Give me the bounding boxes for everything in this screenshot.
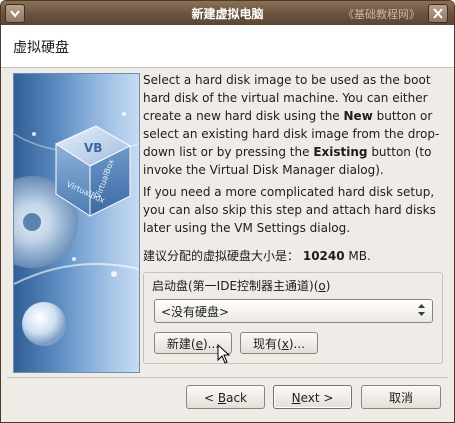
cancel-button[interactable]: 取消 (361, 385, 441, 409)
back-button[interactable]: < Back (186, 385, 265, 409)
recommended-size-text: 建议分配的虚拟硬盘大小是： 10240 MB. (143, 249, 371, 263)
watermark-text: 《基础教程网》 (343, 8, 420, 21)
boot-disk-combo[interactable]: <没有硬盘> (154, 299, 433, 323)
boot-disk-group: 启动盘(第一IDE控制器主通道)(o) <没有硬盘> 新建(e)... 现有(x… (143, 272, 443, 364)
combo-arrows-icon (417, 303, 426, 320)
title-bar[interactable]: 新建虚拟电脑 《基础教程网》 (1, 1, 454, 25)
recommended-size-value: 10240 (302, 249, 345, 263)
boot-disk-label: 启动盘(第一IDE控制器主通道)(o) (152, 279, 331, 293)
existing-disk-button[interactable]: 现有(x)... (240, 332, 318, 354)
mouse-cursor-icon (217, 343, 231, 367)
wizard-window: 新建虚拟电脑 《基础教程网》 虚拟硬盘 VirtualBox VirtualBo… (0, 0, 455, 423)
close-icon[interactable] (428, 4, 448, 23)
wizard-side-image: VirtualBox VirtualBox VB (13, 73, 140, 373)
next-button[interactable]: Next > (273, 385, 352, 409)
footer-separator (7, 377, 448, 378)
page-header: 虚拟硬盘 (1, 25, 454, 68)
description-paragraph-1: Select a hard disk image to be used as t… (143, 73, 440, 177)
virtualbox-logo-art: VirtualBox VirtualBox VB (14, 112, 139, 346)
description-paragraph-2: If you need a more complicated hard disk… (143, 185, 436, 235)
page-title: 虚拟硬盘 (13, 40, 69, 56)
boot-disk-combo-value: <没有硬盘> (161, 305, 230, 319)
svg-text:VB: VB (84, 141, 102, 155)
